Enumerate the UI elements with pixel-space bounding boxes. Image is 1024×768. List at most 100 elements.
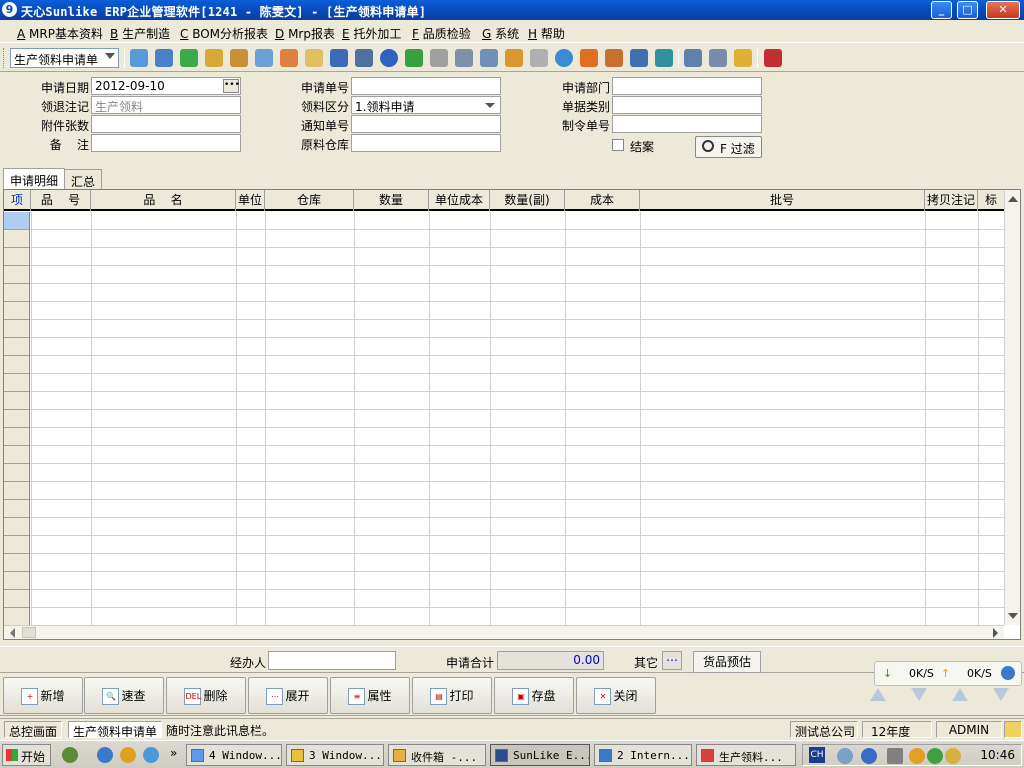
nav-prev-icon[interactable] [911,688,927,701]
scroll-down-icon[interactable] [1008,613,1018,619]
estimate-button[interactable]: 货品预估 [693,651,761,673]
add-button[interactable]: + 新增 [3,677,83,714]
table-row[interactable] [4,266,1004,284]
row-header[interactable] [4,608,30,625]
handler-field[interactable] [268,651,396,670]
save-button[interactable]: ▣ 存盘 [494,677,574,714]
network-icon[interactable] [837,748,853,764]
table-row[interactable] [4,338,1004,356]
print-button[interactable]: ▤ 打印 [412,677,492,714]
exit-icon[interactable] [764,49,782,67]
row-header[interactable] [4,320,30,338]
quicklaunch-clock-icon[interactable] [120,747,136,763]
chevron-more-icon[interactable]: » [170,746,177,760]
screen-icon[interactable] [630,49,648,67]
table-row[interactable] [4,410,1004,428]
row-header[interactable] [4,464,30,482]
row-header[interactable] [4,554,30,572]
window-icon[interactable] [684,49,702,67]
menu-outsourcing[interactable]: E 托外加工 [342,25,401,42]
row-header[interactable] [4,446,30,464]
col-header-batch-no[interactable]: 批号 [640,190,925,211]
raw-warehouse-field[interactable] [351,134,501,152]
table-row[interactable] [4,608,1004,625]
col-header-copy-note[interactable]: 拷贝注记 [925,190,978,211]
document-icon[interactable] [455,49,473,67]
maximize-button[interactable]: □ [957,1,978,19]
monitor-icon[interactable] [155,49,173,67]
scroll-up-icon[interactable] [1008,196,1018,202]
order-no-field[interactable] [612,115,762,133]
col-header-unit-cost[interactable]: 单位成本 [429,190,490,211]
table-row[interactable] [4,374,1004,392]
row-header[interactable] [4,392,30,410]
table-row[interactable] [4,302,1004,320]
nav-first-icon[interactable] [870,688,886,701]
row-header[interactable] [4,410,30,428]
folder-icon[interactable] [505,49,523,67]
row-header[interactable] [4,266,30,284]
menu-bom-reports[interactable]: C BOM分析报表 [180,25,268,42]
col-header-mark[interactable]: 标 [978,190,1004,211]
tray-security-icon[interactable] [927,748,943,764]
col-header-cost[interactable]: 成本 [565,190,640,211]
group-icon[interactable] [280,49,298,67]
table-row[interactable] [4,554,1004,572]
quicklaunch-sunlike-icon[interactable] [62,747,78,763]
cart-icon[interactable] [430,49,448,67]
tab-summary[interactable]: 汇总 [64,169,103,189]
row-header[interactable] [4,500,30,518]
current-window-panel[interactable]: 生产领料申请单 [68,721,162,738]
bell-icon[interactable] [580,49,598,67]
apply-no-field[interactable] [351,77,501,95]
menu-mrp-reports[interactable]: D Mrp报表 [275,25,335,42]
apply-dept-field[interactable] [612,77,762,95]
task-inbox[interactable]: 收件箱 -... [388,744,486,766]
tray-clock-icon[interactable] [909,748,925,764]
x-box-icon[interactable] [709,49,727,67]
menu-mrp-basic[interactable]: A MRP基本资料 [17,25,103,42]
tree-icon[interactable] [130,49,148,67]
close-window-button[interactable]: ✕ [986,1,1020,19]
col-header-quantity[interactable]: 数量 [354,190,429,211]
task-windows-3[interactable]: 3 Window... [286,744,384,766]
doc-type-field[interactable] [612,96,762,114]
language-indicator[interactable]: CH [809,747,825,763]
dollar-icon[interactable] [405,49,423,67]
bill-type-select[interactable]: 生产领料申请单 [10,48,119,68]
col-header-unit[interactable]: 单位 [236,190,265,211]
cascade-icon[interactable] [734,49,752,67]
attach-count-field[interactable] [91,115,241,133]
col-header-quantity-secondary[interactable]: 数量(副) [490,190,565,211]
scroll-thumb[interactable] [22,627,36,638]
table-row[interactable] [4,392,1004,410]
horizontal-scrollbar[interactable] [4,625,1004,639]
remark-field[interactable] [91,134,241,152]
table-row[interactable] [4,572,1004,590]
pick-type-select[interactable]: 1.领料申请 [351,96,501,114]
home-panel[interactable]: 总控画面 [4,721,62,738]
table-row[interactable] [4,482,1004,500]
calculator-icon[interactable] [480,49,498,67]
delete-button[interactable]: DEL 删除 [166,677,246,714]
table-row[interactable] [4,230,1004,248]
table-row[interactable] [4,284,1004,302]
nav-last-icon[interactable] [993,688,1009,701]
table-row[interactable] [4,464,1004,482]
mail-icon[interactable] [1004,721,1022,738]
table-row[interactable] [4,536,1004,554]
scroll-right-icon[interactable] [993,628,998,638]
table-row[interactable] [4,248,1004,266]
row-header[interactable] [4,284,30,302]
refresh-icon[interactable] [655,49,673,67]
row-header[interactable] [4,428,30,446]
copy-icon[interactable] [530,49,548,67]
home-icon[interactable] [255,49,273,67]
row-header[interactable] [4,302,30,320]
scroll-left-icon[interactable] [10,628,15,638]
apply-date-field[interactable]: 2012-09-10 ••• [91,77,241,95]
row-header[interactable] [4,518,30,536]
help-icon[interactable] [380,49,398,67]
ie-icon[interactable] [1001,666,1015,680]
col-header-index[interactable]: 项 [4,190,31,211]
